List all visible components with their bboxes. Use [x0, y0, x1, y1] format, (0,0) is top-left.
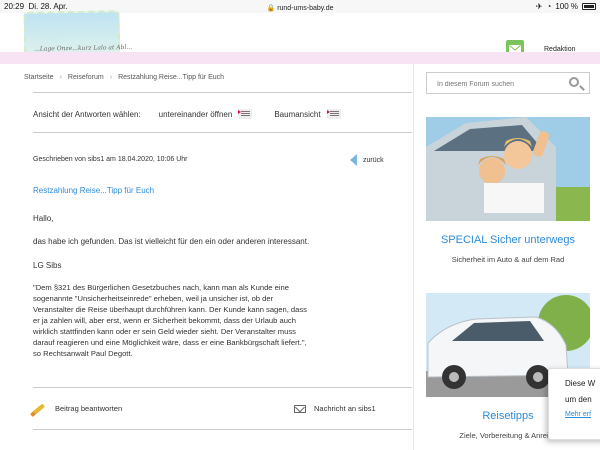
site-header: ...Lage Onze...kurz Lalo at Abl... Redak… [0, 10, 600, 70]
quote-line: er ja zahlen will, aber erst, wenn er Si… [33, 316, 296, 325]
divider [33, 387, 412, 388]
nav-band [0, 52, 600, 64]
cookie-more-link[interactable]: Mehr erf [565, 411, 591, 418]
envelope-icon [294, 404, 306, 413]
post-title[interactable]: Restzahlung Reise...Tipp für Euch [33, 186, 154, 195]
promo-title[interactable]: SPECIAL Sicher unterwegs [416, 234, 600, 246]
chevron-right-icon: › [59, 74, 62, 81]
quote-line: "Dem §321 des Bürgerlichen Gesetzbuches … [33, 283, 289, 292]
post-greeting: Hallo, [33, 214, 54, 223]
cookie-text: Diese W [565, 379, 596, 388]
forum-post-panel: Startseite › Reiseforum › Restzahlung Re… [14, 64, 414, 450]
post-line: das habe ich gefunden. Das ist vielleich… [33, 237, 310, 246]
quote-line: Veranstalter die Reise überhaupt durchfü… [33, 305, 307, 314]
pencil-icon [33, 403, 45, 414]
quote-line: wirklich stattfinden kann oder er sein G… [33, 327, 296, 336]
view-option-label: Baumansicht [274, 109, 321, 119]
url-text: rund-ums-baby.de [277, 5, 334, 12]
list-view-icon [238, 109, 253, 119]
status-icons: ✈ ◔ 100 % [536, 2, 596, 11]
airplane-icon: ✈ [535, 2, 543, 11]
breadcrumb-forum[interactable]: Reiseforum [68, 74, 104, 81]
message-button[interactable]: Nachricht an sibs1 [294, 404, 376, 413]
divider [33, 92, 412, 93]
search-input[interactable] [437, 75, 567, 94]
divider [33, 429, 412, 430]
cookie-popup: Diese W um den Mehr erf [548, 368, 600, 440]
breadcrumb: Startseite › Reiseforum › Restzahlung Re… [24, 74, 224, 81]
message-label: Nachricht an sibs1 [314, 404, 376, 413]
view-untereinander-button[interactable]: untereinander öffnen [159, 109, 253, 119]
divider [33, 132, 412, 133]
answer-view-selector: Ansicht der Antworten wählen: untereinan… [33, 109, 341, 119]
post-quote: "Dem §321 des Bürgerlichen Gesetzbuches … [33, 282, 373, 359]
reply-label: Beitrag beantworten [55, 404, 123, 413]
back-button[interactable]: zurück [350, 154, 384, 166]
reply-button[interactable]: Beitrag beantworten [33, 403, 123, 414]
wifi-icon: ◔ [546, 2, 552, 11]
quote-line: so Rechtsanwalt Paul Degott. [33, 349, 133, 358]
post-meta: Geschrieben von sibs1 am 18.04.2020, 10:… [33, 156, 188, 163]
battery-icon [582, 3, 596, 10]
back-arrow-icon [350, 154, 357, 166]
promo-image-car-kids[interactable] [426, 117, 590, 221]
back-label: zurück [363, 156, 384, 164]
car-kids-illustration [426, 117, 590, 221]
view-baumansicht-button[interactable]: Baumansicht [274, 109, 341, 119]
post-signoff: LG Sibs [33, 261, 62, 270]
view-option-label: untereinander öffnen [158, 109, 233, 119]
forum-search [426, 72, 590, 94]
breadcrumb-home[interactable]: Startseite [24, 74, 54, 81]
quote-line: darauf reagieren und eine Möglichkeit wä… [33, 338, 307, 347]
cookie-text: um den [565, 395, 592, 404]
tree-view-icon [326, 109, 341, 119]
chevron-right-icon: › [109, 74, 113, 81]
quote-line: sogenannte "Unsicherheitseinrede" erhebe… [33, 294, 274, 303]
promo-subtitle: Sicherheit im Auto & auf dem Rad [451, 255, 565, 264]
answer-view-label: Ansicht der Antworten wählen: [33, 109, 141, 119]
breadcrumb-current[interactable]: Restzahlung Reise...Tipp für Euch [118, 74, 224, 81]
battery-text: 100 % [555, 2, 578, 11]
search-icon[interactable] [569, 77, 579, 87]
